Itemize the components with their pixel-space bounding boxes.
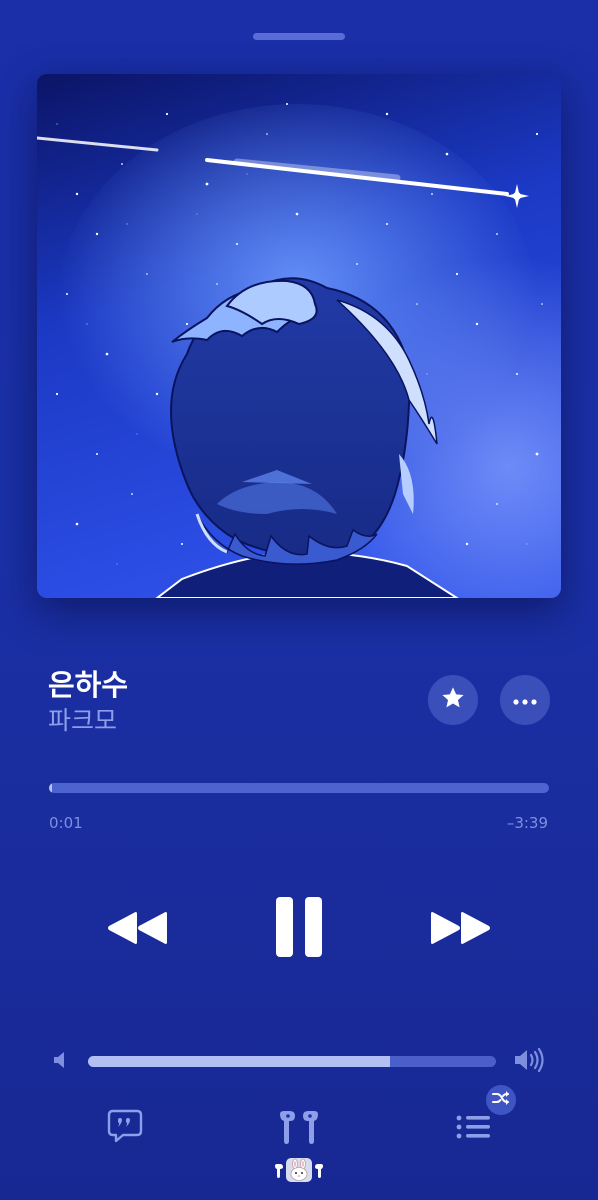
playback-progress-fill (49, 783, 52, 793)
device-name-badge (268, 1158, 330, 1186)
more-options-button[interactable] (500, 675, 550, 725)
album-artwork (37, 74, 561, 598)
volume-max-button[interactable] (512, 1047, 548, 1077)
speaker-high-icon (513, 1047, 547, 1077)
artist-name[interactable]: 파크모 (48, 701, 117, 737)
star-icon (440, 685, 466, 715)
elapsed-time: 0:01 (49, 814, 83, 832)
pause-button[interactable] (270, 896, 328, 962)
ellipsis-icon (512, 691, 538, 710)
rabbit-emoji (285, 1157, 313, 1187)
lyrics-quote-icon (107, 1109, 143, 1147)
rewind-icon (106, 910, 168, 950)
sheet-grabber[interactable] (253, 33, 345, 40)
queue-button[interactable] (452, 1110, 494, 1148)
remaining-time: –3:39 (506, 814, 548, 832)
shuffle-icon (492, 1090, 510, 1110)
volume-min-button[interactable] (50, 1050, 70, 1074)
volume-level-fill (88, 1056, 390, 1067)
airpods-icon (276, 1110, 322, 1150)
song-title[interactable]: 은하수 (48, 662, 128, 704)
volume-slider[interactable] (88, 1056, 496, 1067)
shuffle-indicator[interactable] (486, 1085, 516, 1115)
lyrics-button[interactable] (104, 1108, 146, 1148)
speaker-low-icon (52, 1050, 68, 1074)
pause-icon (275, 896, 323, 962)
playback-scrubber[interactable] (49, 783, 549, 793)
fast-forward-icon (430, 910, 492, 950)
favorite-button[interactable] (428, 675, 478, 725)
fast-forward-button[interactable] (426, 906, 496, 954)
airplay-airpods-button[interactable] (274, 1110, 324, 1150)
queue-list-icon (455, 1112, 491, 1146)
rewind-button[interactable] (102, 906, 172, 954)
right-airpod-icon (314, 1163, 324, 1182)
left-airpod-icon (274, 1163, 284, 1182)
